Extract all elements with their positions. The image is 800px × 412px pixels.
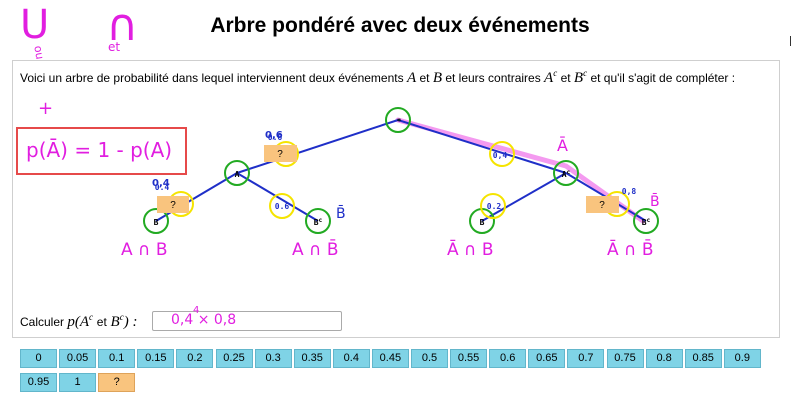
value-tile[interactable]: 0.3 bbox=[254, 349, 292, 368]
weight-bc-given-ac-printed: 0,8 bbox=[622, 187, 637, 196]
answer-input[interactable]: 0,4 × 0,8 4 bbox=[152, 305, 342, 331]
plus-sign: + bbox=[38, 98, 54, 119]
label-et: et bbox=[108, 40, 121, 54]
hw-a-bar: Ā bbox=[557, 136, 568, 155]
edge-a-bc bbox=[236, 172, 319, 222]
calc-expression: p(Ac et Bc) : bbox=[67, 312, 138, 330]
box-a-label: ? bbox=[277, 149, 283, 160]
leaf-a-inter-b: A ∩ B bbox=[121, 240, 168, 260]
value-tile[interactable]: 0.2 bbox=[176, 349, 214, 368]
node-bc-2-label: Bc bbox=[642, 217, 651, 227]
hw-weight-04: 0,4 bbox=[152, 178, 170, 189]
weight-b-given-ac: 0.2 bbox=[487, 202, 502, 211]
value-tile[interactable]: 0.8 bbox=[645, 349, 683, 368]
value-tile[interactable]: 0.05 bbox=[59, 349, 97, 368]
answer-scribble-power: 4 bbox=[193, 305, 200, 316]
node-a-label: A bbox=[235, 170, 240, 179]
value-tile[interactable]: 0.85 bbox=[684, 349, 722, 368]
value-tile[interactable]: ? bbox=[98, 373, 136, 392]
calc-label: Calculer bbox=[20, 315, 65, 329]
value-tile[interactable]: 0.95 bbox=[20, 373, 57, 392]
value-tile[interactable]: 0 bbox=[20, 349, 57, 368]
calc-prompt: Calculer p(Ac et Bc) : bbox=[20, 312, 137, 331]
weight-bc-given-a: 0.6 bbox=[275, 202, 290, 211]
weight-ac-printed: 0,4 bbox=[493, 151, 508, 160]
value-tile[interactable]: 0.5 bbox=[411, 349, 448, 368]
answer-scribble: 0,4 × 0,8 bbox=[171, 312, 237, 328]
edge-ac-b bbox=[481, 172, 567, 222]
value-tile[interactable]: 0.9 bbox=[723, 349, 761, 368]
edge-root-ac bbox=[397, 119, 567, 174]
union-symbol: U bbox=[20, 2, 50, 48]
leaf-abar-inter-b: Ā ∩ B bbox=[447, 240, 494, 260]
box-b-given-a-label: ? bbox=[170, 200, 176, 211]
value-tile[interactable]: 0.4 bbox=[332, 349, 370, 368]
value-tile[interactable]: 0.1 bbox=[98, 349, 136, 368]
box-bc-given-ac-label: ? bbox=[599, 200, 605, 211]
value-tile[interactable]: 1 bbox=[59, 373, 97, 392]
node-b-2-label: B bbox=[480, 218, 485, 227]
value-tile[interactable]: 0.75 bbox=[606, 349, 644, 368]
leaf-abar-inter-bbar: Ā ∩ B̄ bbox=[607, 240, 654, 260]
node-ac-label: Ac bbox=[562, 169, 571, 179]
edge-root-a bbox=[236, 119, 399, 174]
node-bc-1-label: Bc bbox=[314, 217, 323, 227]
hw-weight-06: 0,6 bbox=[265, 130, 283, 141]
root-label: * bbox=[397, 117, 402, 126]
node-b-1-label: B bbox=[154, 218, 159, 227]
value-tile[interactable]: 0.35 bbox=[293, 349, 331, 368]
value-tile[interactable]: 0.25 bbox=[215, 349, 253, 368]
value-tile[interactable]: 0.45 bbox=[371, 349, 409, 368]
value-tile[interactable]: 0.55 bbox=[450, 349, 488, 368]
hw-b-bar-1: B̄ bbox=[336, 206, 346, 222]
value-tile[interactable]: 0.65 bbox=[528, 349, 566, 368]
value-tile[interactable]: 0.6 bbox=[489, 349, 527, 368]
value-tile[interactable]: 0.15 bbox=[137, 349, 175, 368]
leaf-a-inter-bbar: A ∩ B̄ bbox=[292, 240, 339, 260]
complement-formula: p(Ā) = 1 - p(A) bbox=[26, 138, 173, 162]
label-ou: ou bbox=[31, 44, 47, 61]
value-tile[interactable]: 0.7 bbox=[567, 349, 605, 368]
hw-b-bar-2: B̄ bbox=[650, 194, 660, 210]
